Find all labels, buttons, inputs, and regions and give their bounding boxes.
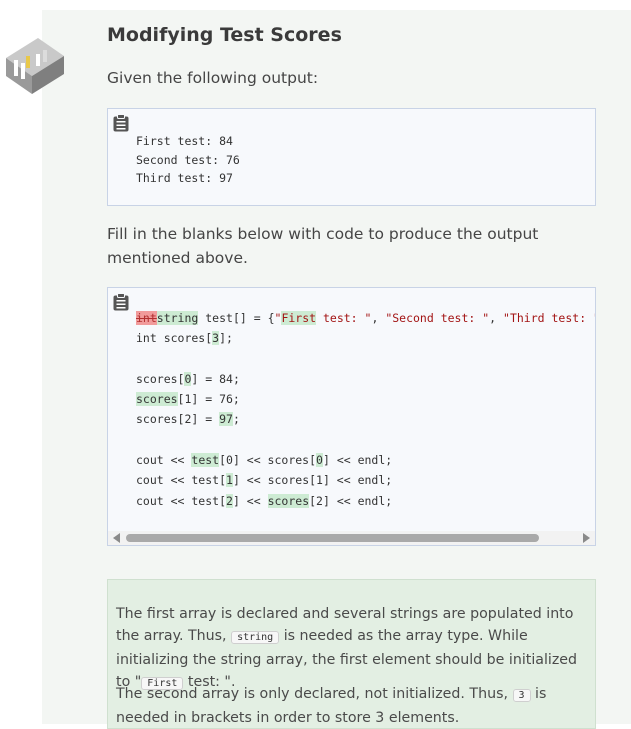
output-code-block: First test: 84 Second test: 76 Third tes… [107, 108, 596, 206]
blank-answer-test: test [191, 453, 220, 468]
code-lines: intstring test[] = {"First test: ", "Sec… [136, 311, 596, 508]
blank-answer-idx1: 1 [226, 473, 233, 488]
fill-instructions: Fill in the blanks below with code to pr… [107, 225, 539, 267]
blank-answer-idx0: 0 [316, 453, 323, 468]
blank-answer-scores: scores [136, 392, 178, 407]
page-title: Modifying Test Scores [107, 24, 342, 46]
inline-code: string [231, 631, 280, 644]
code-editor-block: intstring test[] = {"First test: ", "Sec… [107, 287, 596, 546]
output-line: Third test: 97 [136, 171, 233, 185]
output-line: Second test: 76 [136, 152, 240, 167]
blank-answer-index: 0 [184, 371, 192, 386]
clipboard-icon[interactable] [113, 293, 129, 311]
output-line: First test: 84 [136, 134, 233, 148]
horizontal-scrollbar[interactable] [108, 531, 595, 545]
explanation-box: The first array is declared and several … [107, 579, 596, 729]
blank-answer-idx2: 2 [226, 493, 233, 508]
output-lines: First test: 84 Second test: 76 Third tes… [136, 132, 240, 188]
scroll-right-arrow-icon[interactable] [583, 533, 590, 543]
blank-answer-first: First [281, 311, 317, 325]
blank-answer-size: 3 [212, 331, 220, 346]
inline-code: 3 [512, 689, 531, 702]
course-logo-icon [6, 38, 64, 94]
explanation-paragraph: The first array is declared and several … [116, 606, 578, 690]
blank-answer-value: 97 [219, 412, 233, 427]
deleted-answer: int [136, 311, 157, 325]
clipboard-icon[interactable] [113, 114, 129, 132]
intro-text: Given the following output: [107, 69, 319, 87]
blank-answer-type: string [156, 311, 199, 325]
scrollbar-thumb[interactable] [126, 534, 539, 542]
explanation-paragraph: The second array is only declared, not i… [116, 686, 547, 726]
blank-answer-scores2: scores [267, 493, 310, 508]
scroll-left-arrow-icon[interactable] [113, 533, 120, 543]
